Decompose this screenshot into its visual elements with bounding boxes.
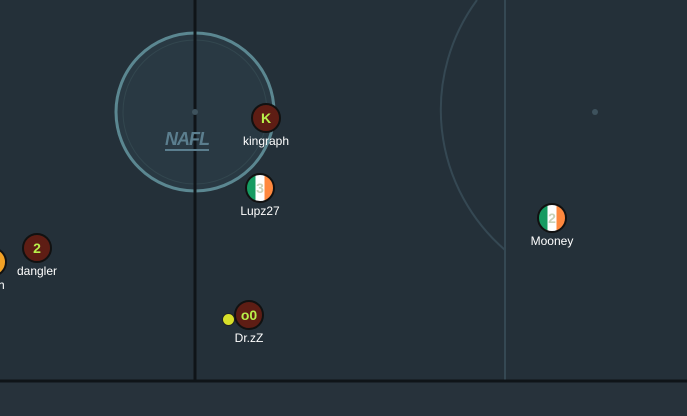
- player-token[interactable]: 2: [537, 203, 567, 233]
- spot-marker: [592, 109, 598, 115]
- player-badge: 3: [256, 180, 264, 196]
- player-badge: K: [260, 110, 272, 126]
- player-name: Mooney: [530, 234, 574, 248]
- player-name: ph: [0, 278, 5, 292]
- player-badge: 2: [33, 240, 41, 256]
- nafl-logo: NAFL: [165, 129, 210, 151]
- center-spot: [192, 109, 198, 115]
- player-name: Dr.zZ: [234, 331, 264, 345]
- game-field: [0, 0, 687, 416]
- player-badge: 2: [548, 210, 556, 226]
- player-badge: o0: [240, 307, 258, 323]
- player-token[interactable]: K: [251, 103, 281, 133]
- player-token[interactable]: 2: [22, 233, 52, 263]
- player-token[interactable]: o0: [234, 300, 264, 330]
- player-name: kingraph: [242, 134, 290, 148]
- player-name: dangler: [16, 264, 58, 278]
- ball: [222, 313, 235, 326]
- player-token[interactable]: 3: [245, 173, 275, 203]
- player-name: Lupz27: [240, 204, 280, 218]
